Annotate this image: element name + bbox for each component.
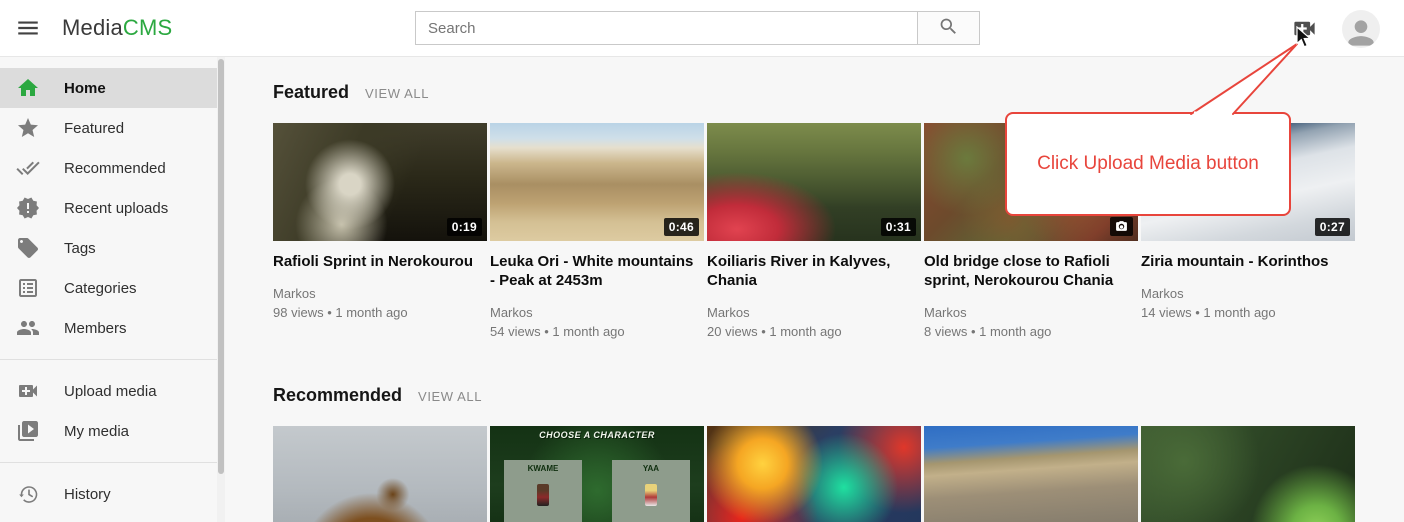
logo-text-cms: CMS [123, 15, 173, 40]
media-meta: 8 views • 1 month ago [924, 322, 1138, 341]
section-recommended: Recommended VIEW ALL CHOOSE A CHARACTER … [273, 385, 1404, 522]
view-all-link[interactable]: VIEW ALL [418, 389, 482, 404]
sidebar-item-label: Upload media [64, 383, 157, 400]
annotation-text: Click Upload Media button [1037, 153, 1259, 175]
sidebar-scrollbar-track [217, 57, 225, 522]
sidebar-item-label: Home [64, 80, 106, 97]
media-card [707, 426, 921, 522]
game-character-name: YAA [612, 464, 690, 473]
members-icon [16, 316, 40, 340]
duration-badge: 0:27 [1315, 218, 1350, 236]
media-author[interactable]: Markos [924, 303, 1138, 322]
upload-media-icon[interactable] [1290, 15, 1318, 43]
media-card [1141, 426, 1355, 522]
media-meta: 98 views • 1 month ago [273, 303, 487, 322]
camera-icon [1110, 217, 1133, 236]
section-title: Featured [273, 82, 349, 103]
search-button[interactable] [917, 11, 980, 45]
my-media-icon [16, 419, 40, 443]
sidebar-scrollbar-thumb[interactable] [218, 59, 224, 474]
media-card: 0:31 Koiliaris River in Kalyves, Chania … [707, 123, 921, 341]
star-icon [16, 116, 40, 140]
sidebar-item-my-media[interactable]: My media [0, 411, 217, 451]
media-thumbnail[interactable] [707, 426, 921, 522]
duration-badge: 0:19 [447, 218, 482, 236]
game-character-name: KWAME [504, 464, 582, 473]
media-card: CHOOSE A CHARACTER KWAME YAA Selected Se… [490, 426, 704, 522]
media-title[interactable]: Rafioli Sprint in Nerokourou [273, 252, 487, 271]
game-character-figure [537, 484, 549, 506]
recommended-row: CHOOSE A CHARACTER KWAME YAA Selected Se… [273, 426, 1404, 522]
sidebar-divider [0, 462, 217, 463]
sidebar-item-tags[interactable]: Tags [0, 228, 217, 268]
duration-badge: 0:31 [881, 218, 916, 236]
media-title[interactable]: Old bridge close to Rafioli sprint, Nero… [924, 252, 1138, 290]
media-thumbnail[interactable]: 0:19 [273, 123, 487, 241]
media-title[interactable]: Ziria mountain - Korinthos [1141, 252, 1355, 271]
sidebar-item-history[interactable]: History [0, 474, 217, 514]
media-thumbnail[interactable]: 0:46 [490, 123, 704, 241]
sidebar-item-label: Members [64, 320, 127, 337]
sidebar-item-upload-media[interactable]: Upload media [0, 371, 217, 411]
home-icon [16, 76, 40, 100]
media-thumbnail[interactable] [273, 426, 487, 522]
duration-badge: 0:46 [664, 218, 699, 236]
media-title[interactable]: Koiliaris River in Kalyves, Chania [707, 252, 921, 290]
search-icon [938, 16, 959, 40]
view-all-link[interactable]: VIEW ALL [365, 86, 429, 101]
sidebar-divider [0, 359, 217, 360]
media-meta: 54 views • 1 month ago [490, 322, 704, 341]
sidebar: Home Featured Recommended Recent uploads… [0, 57, 225, 522]
media-thumbnail[interactable] [924, 426, 1138, 522]
new-releases-icon [16, 196, 40, 220]
sidebar-item-label: Recommended [64, 160, 166, 177]
media-title[interactable]: Leuka Ori - White mountains - Peak at 24… [490, 252, 704, 290]
user-avatar[interactable] [1342, 10, 1380, 48]
media-card: 0:19 Rafioli Sprint in Nerokourou Markos… [273, 123, 487, 341]
media-author[interactable]: Markos [273, 284, 487, 303]
sidebar-item-label: History [64, 486, 111, 503]
media-thumbnail[interactable]: 0:31 [707, 123, 921, 241]
sidebar-item-label: Recent uploads [64, 200, 168, 217]
tag-icon [16, 236, 40, 260]
media-author[interactable]: Markos [1141, 284, 1355, 303]
app-logo[interactable]: MediaCMS [62, 15, 172, 41]
sidebar-item-label: Featured [64, 120, 124, 137]
sidebar-item-label: My media [64, 423, 129, 440]
sidebar-item-members[interactable]: Members [0, 308, 217, 348]
media-author[interactable]: Markos [707, 303, 921, 322]
sidebar-item-recommended[interactable]: Recommended [0, 148, 217, 188]
sidebar-item-recent-uploads[interactable]: Recent uploads [0, 188, 217, 228]
media-meta: 20 views • 1 month ago [707, 322, 921, 341]
game-thumb-title: CHOOSE A CHARACTER [490, 430, 704, 440]
media-card [273, 426, 487, 522]
media-meta: 14 views • 1 month ago [1141, 303, 1355, 322]
topbar-actions [1290, 0, 1380, 57]
history-icon [16, 482, 40, 506]
categories-icon [16, 276, 40, 300]
game-character-figure [645, 484, 657, 506]
media-card: 0:46 Leuka Ori - White mountains - Peak … [490, 123, 704, 341]
upload-media-icon [16, 379, 40, 403]
search-input[interactable] [415, 11, 918, 45]
topbar: MediaCMS [0, 0, 1404, 57]
search-bar [415, 11, 980, 45]
sidebar-item-featured[interactable]: Featured [0, 108, 217, 148]
media-thumbnail[interactable] [1141, 426, 1355, 522]
sidebar-item-home[interactable]: Home [0, 68, 217, 108]
media-card [924, 426, 1138, 522]
media-thumbnail[interactable]: CHOOSE A CHARACTER KWAME YAA Selected Se… [490, 426, 704, 522]
sidebar-item-categories[interactable]: Categories [0, 268, 217, 308]
menu-icon[interactable] [14, 15, 42, 43]
annotation-callout: Click Upload Media button [1005, 112, 1291, 216]
sidebar-item-label: Tags [64, 240, 96, 257]
section-title: Recommended [273, 385, 402, 406]
double-check-icon [16, 156, 40, 180]
media-author[interactable]: Markos [490, 303, 704, 322]
logo-text-media: Media [62, 15, 123, 40]
sidebar-item-label: Categories [64, 280, 137, 297]
